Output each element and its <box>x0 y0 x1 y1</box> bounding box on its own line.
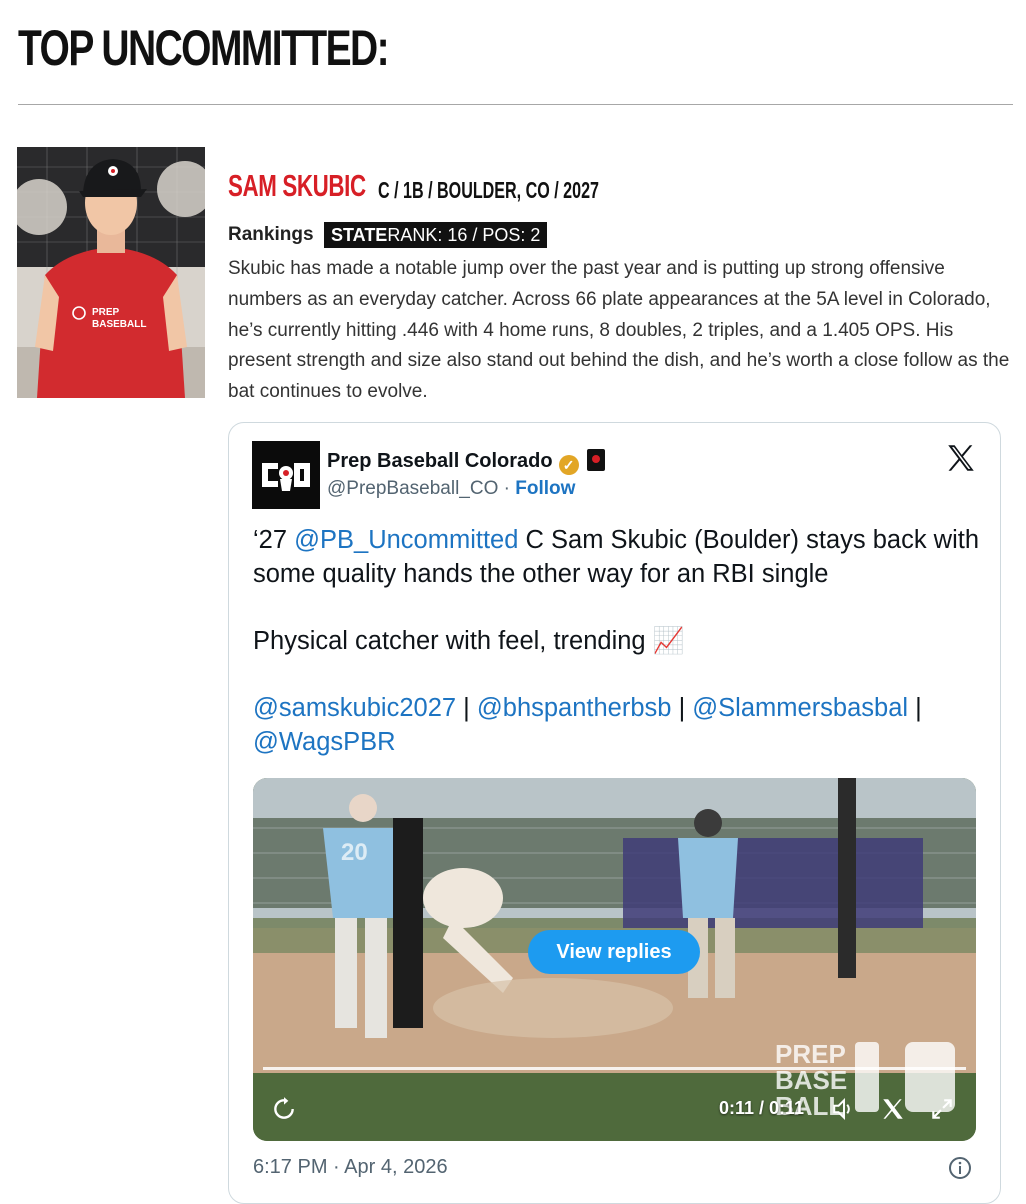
player-name[interactable]: SAM SKUBIC <box>228 168 366 204</box>
mention-link[interactable]: @samskubic2027 <box>253 694 456 722</box>
mention-link[interactable]: @WagsPBR <box>253 728 396 756</box>
tweet-timestamp[interactable]: 6:17 PM · Apr 4, 2026 <box>253 1156 448 1179</box>
video-time: 0:11 / 0:11 <box>719 1098 805 1118</box>
photo-shirt-text-2: BASEBALL <box>92 319 146 330</box>
fullscreen-icon[interactable] <box>929 1096 955 1122</box>
tweet-paragraph-2: Physical catcher with feel, trending 📈 <box>253 627 685 655</box>
info-icon[interactable] <box>948 1156 972 1180</box>
video-progress-bar[interactable] <box>263 1067 966 1070</box>
tweet-mentions: @samskubic2027 | @bhspantherbsb | @Slamm… <box>253 691 993 759</box>
mention-link[interactable]: @PB_Uncommitted <box>294 526 518 554</box>
mention-link[interactable]: @bhspantherbsb <box>477 694 672 722</box>
account-handle-row: @PrepBaseball_CO · Follow <box>327 478 575 500</box>
player-blurb: Skubic has made a notable jump over the … <box>228 258 1010 403</box>
volume-icon[interactable] <box>831 1096 857 1122</box>
rankings-label: Rankings <box>228 224 314 245</box>
verified-badge-icon: ✓ <box>558 455 579 475</box>
divider <box>18 104 1013 105</box>
rank-state-label: STATE <box>330 225 388 245</box>
tweet-text: ‘27 @PB_Uncommitted C Sam Skubic (Boulde… <box>253 523 993 792</box>
replay-icon[interactable] <box>271 1096 297 1122</box>
account-name-text[interactable]: Prep Baseball Colorado <box>327 450 553 472</box>
tweet-line1-prefix: ‘27 <box>253 526 295 554</box>
rankings-row: Rankings STATERANK: 16 / POS: 2 <box>228 222 548 252</box>
affiliate-badge-icon[interactable] <box>586 449 605 471</box>
x-logo-icon[interactable] <box>944 441 978 475</box>
tweet-paragraph-1: ‘27 @PB_Uncommitted C Sam Skubic (Boulde… <box>253 523 993 591</box>
account-handle[interactable]: @PrepBaseball_CO <box>327 478 498 499</box>
jersey-number: 20 <box>341 839 368 866</box>
player-photo: PREP BASEBALL <box>17 147 205 398</box>
player-header: SAM SKUBIC C / 1B / BOULDER, CO / 2027 <box>228 168 599 208</box>
mention-separator: | <box>908 694 922 722</box>
embedded-tweet[interactable]: Prep Baseball Colorado ✓ @PrepBaseball_CO… <box>228 422 1001 1204</box>
mention-link[interactable]: @Slammersbasbal <box>692 694 908 722</box>
video-player[interactable]: 20 PREP BASE BALL View replies 0:11 / 0:… <box>253 778 976 1141</box>
account-avatar[interactable] <box>252 441 320 509</box>
x-logo-icon[interactable] <box>880 1096 906 1122</box>
mention-separator: | <box>456 694 477 722</box>
photo-shirt-text-1: PREP <box>92 307 120 318</box>
handle-separator: · <box>498 478 516 499</box>
account-name[interactable]: Prep Baseball Colorado ✓ <box>327 449 605 475</box>
follow-button[interactable]: Follow <box>515 478 575 499</box>
rank-values: RANK: 16 / POS: 2 <box>387 225 541 245</box>
player-meta: C / 1B / BOULDER, CO / 2027 <box>378 177 599 203</box>
view-replies-button[interactable]: View replies <box>528 930 700 974</box>
rank-badge: STATERANK: 16 / POS: 2 <box>323 222 548 248</box>
page-title: TOP UNCOMMITTED: <box>18 20 390 76</box>
mention-separator: | <box>671 694 693 722</box>
